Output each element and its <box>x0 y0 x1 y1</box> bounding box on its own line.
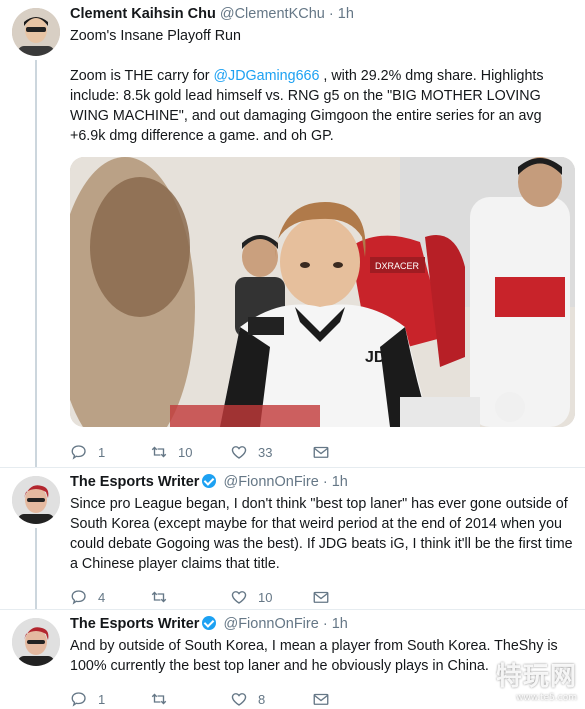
retweet-count: 10 <box>178 444 193 460</box>
separator-dot: · <box>322 474 328 490</box>
verified-icon <box>202 474 217 488</box>
author-handle[interactable]: @ClementKChu <box>220 6 325 22</box>
site-watermark: 特玩网 www.te5.com <box>496 656 577 703</box>
timestamp[interactable]: 1h <box>338 6 354 22</box>
photo-image: DXRACER JD <box>70 157 575 427</box>
retweet-icon <box>151 591 167 603</box>
like-count: 8 <box>258 691 266 707</box>
separator-dot: · <box>328 6 334 22</box>
tweet-title: Zoom's Insane Playoff Run <box>70 28 241 44</box>
tweet-actions: 4 10 <box>70 587 575 607</box>
tweet-text: Zoom is THE carry for @JDGaming666 , wit… <box>70 66 575 146</box>
reply-count: 4 <box>98 589 106 605</box>
timestamp[interactable]: 1h <box>332 616 348 632</box>
retweet-icon <box>151 446 167 458</box>
author-name[interactable]: The Esports Writer <box>70 616 199 632</box>
reply-button[interactable]: 4 <box>70 587 105 607</box>
tweet-header: Clement Kaihsin Chu @ClementKChu · 1h <box>70 6 354 22</box>
separator-dot: · <box>322 616 328 632</box>
heart-icon <box>231 591 247 604</box>
reply-icon <box>71 692 86 707</box>
jersey-logo: JD <box>365 349 385 366</box>
thread-line <box>35 528 37 609</box>
envelope-icon <box>313 591 329 603</box>
timestamp[interactable]: 1h <box>332 474 348 490</box>
envelope-icon <box>313 446 329 458</box>
watermark-url: www.te5.com <box>516 693 577 703</box>
author-handle[interactable]: @FionnOnFire <box>223 616 318 632</box>
message-button[interactable] <box>312 689 330 709</box>
reply-button[interactable]: 1 <box>70 689 105 709</box>
tweet-3[interactable]: The Esports Writer @FionnOnFire · 1h And… <box>0 610 585 709</box>
retweet-icon <box>151 693 167 705</box>
author-handle[interactable]: @FionnOnFire <box>223 474 318 490</box>
like-count: 10 <box>258 589 273 605</box>
thread-line <box>35 60 37 467</box>
like-count: 33 <box>258 444 273 460</box>
tweet-actions: 1 10 33 <box>70 442 575 462</box>
verified-icon <box>202 616 217 630</box>
retweet-button[interactable]: 10 <box>150 442 192 462</box>
tweet-text-part: Zoom is THE carry for <box>70 68 214 84</box>
envelope-icon <box>313 693 329 705</box>
author-name[interactable]: Clement Kaihsin Chu <box>70 6 216 22</box>
watermark-logo: 特玩网 <box>495 662 577 692</box>
reply-count: 1 <box>98 691 106 707</box>
retweet-button[interactable] <box>150 689 178 709</box>
reply-icon <box>71 445 86 460</box>
tweet-header: The Esports Writer @FionnOnFire · 1h <box>70 616 348 632</box>
reply-button[interactable]: 1 <box>70 442 105 462</box>
like-button[interactable]: 10 <box>230 587 272 607</box>
author-name[interactable]: The Esports Writer <box>70 474 199 490</box>
tweet-header: The Esports Writer @FionnOnFire · 1h <box>70 474 348 490</box>
heart-icon <box>231 446 247 459</box>
tweet-photo[interactable]: DXRACER JD <box>70 157 575 427</box>
tweet-text: Since pro League began, I don't think "b… <box>70 496 573 572</box>
avatar[interactable] <box>12 476 60 524</box>
message-button[interactable] <box>312 587 330 607</box>
avatar[interactable] <box>12 8 60 56</box>
heart-icon <box>231 693 247 706</box>
message-button[interactable] <box>312 442 330 462</box>
tweet-1[interactable]: Clement Kaihsin Chu @ClementKChu · 1h Zo… <box>0 0 585 467</box>
retweet-button[interactable] <box>150 587 178 607</box>
tweet-2[interactable]: The Esports Writer @FionnOnFire · 1h Sin… <box>0 468 585 609</box>
like-button[interactable]: 33 <box>230 442 272 462</box>
reply-icon <box>71 590 86 605</box>
mention-link[interactable]: @JDGaming666 <box>214 68 320 84</box>
reply-count: 1 <box>98 444 106 460</box>
chair-logo: DXRACER <box>375 261 420 271</box>
like-button[interactable]: 8 <box>230 689 265 709</box>
avatar[interactable] <box>12 618 60 666</box>
